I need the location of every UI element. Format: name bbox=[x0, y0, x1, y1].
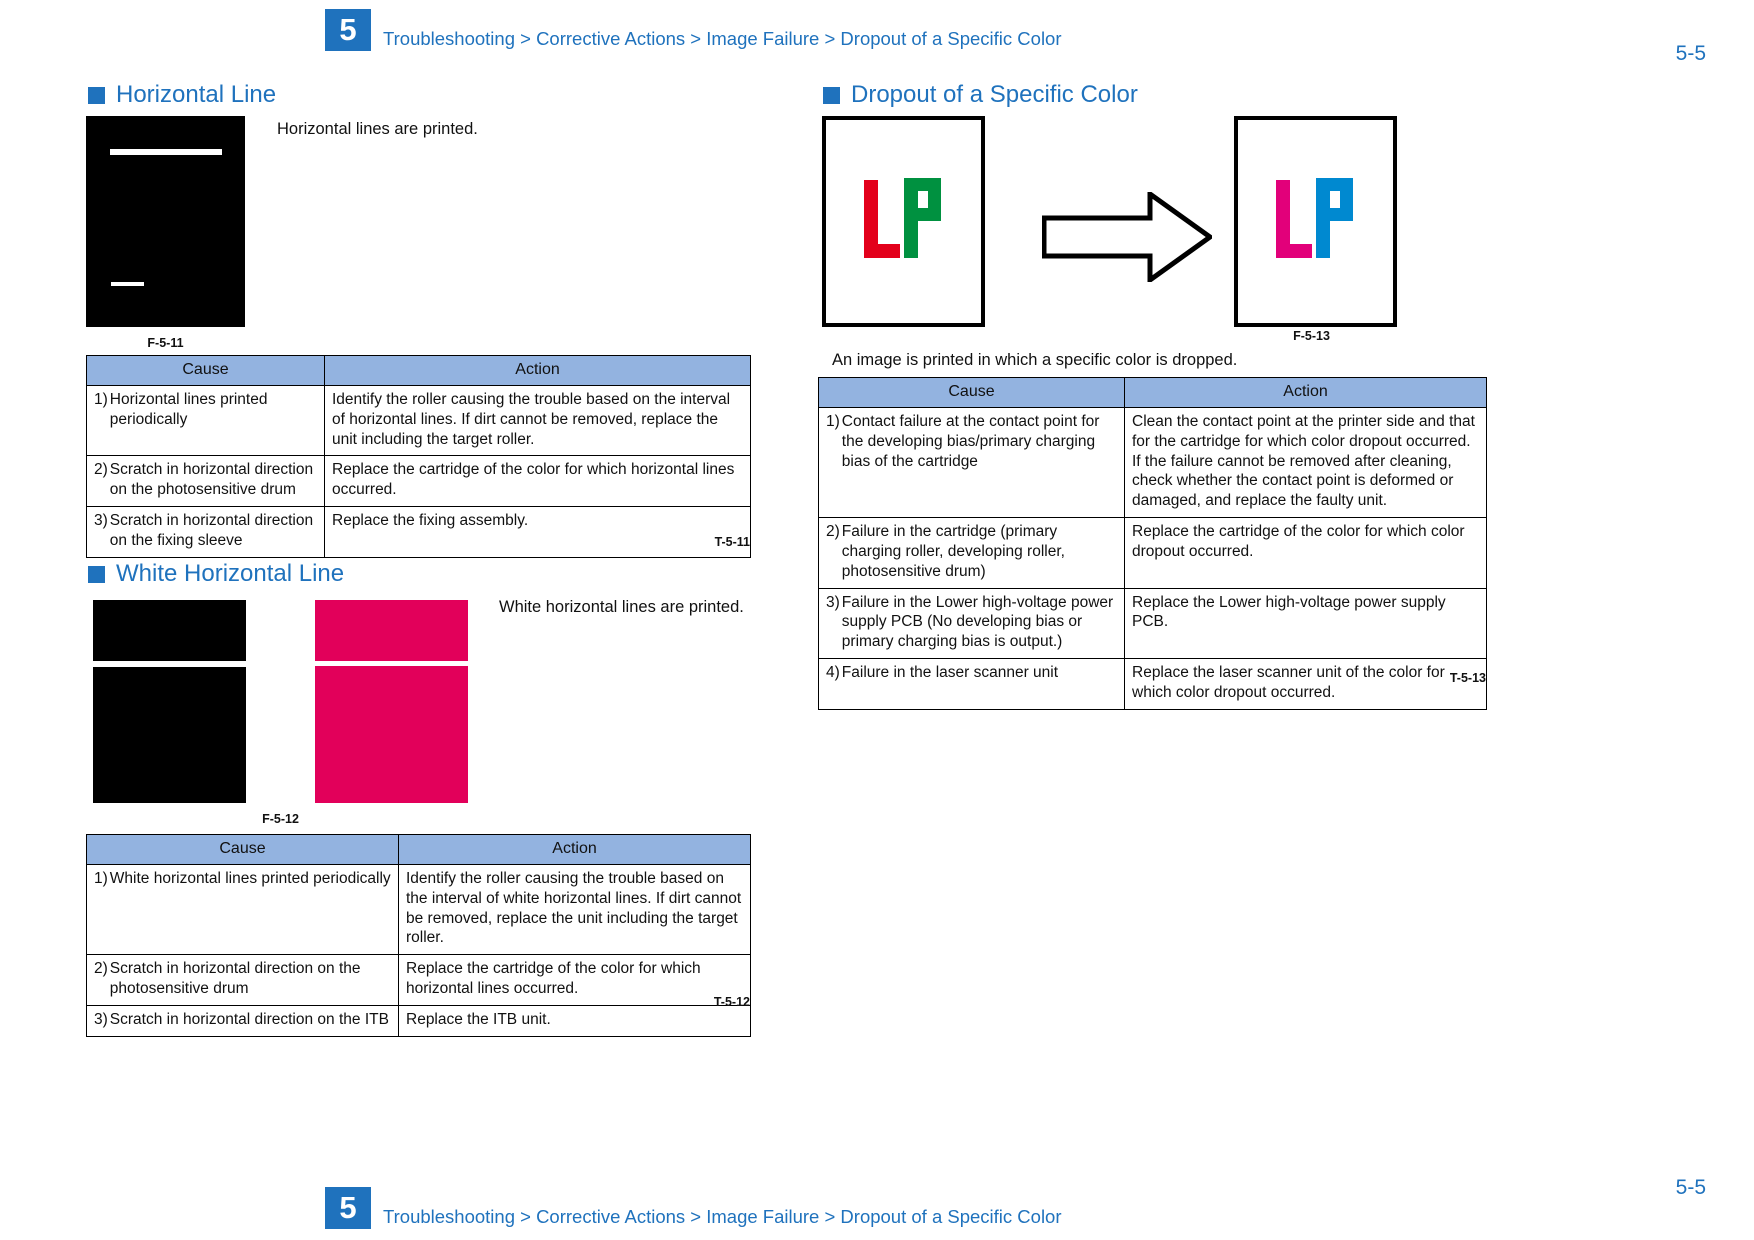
section-title-text: White Horizontal Line bbox=[116, 560, 345, 587]
table-row: 3) Scratch in horizontal direction on th… bbox=[86, 1004, 751, 1037]
sample-magenta-page bbox=[315, 600, 468, 803]
figure-caption-f-5-12: F-5-12 bbox=[262, 812, 299, 826]
section-heading-horizontal-line: Horizontal Line bbox=[88, 83, 276, 107]
table-row: 3) Scratch in horizontal direction on th… bbox=[86, 506, 751, 558]
column-header-action: Action bbox=[1124, 377, 1487, 408]
figure-caption-f-5-11: F-5-11 bbox=[147, 336, 184, 350]
section-heading-white-horizontal-line: White Horizontal Line bbox=[88, 562, 344, 586]
row-number: 1) bbox=[94, 870, 108, 887]
table-horizontal-line: Cause Action 1) Horizontal lines printed… bbox=[86, 355, 751, 558]
cell-action: Replace the ITB unit. bbox=[398, 1004, 751, 1037]
table-header-row: Cause Action bbox=[86, 834, 751, 865]
section-title-text: Horizontal Line bbox=[116, 81, 277, 108]
cell-cause: 2) Failure in the cartridge (primary cha… bbox=[818, 517, 1125, 589]
sample-black-page bbox=[86, 116, 245, 327]
row-number: 3) bbox=[826, 593, 840, 611]
white-line bbox=[315, 661, 468, 666]
breadcrumb: Troubleshooting > Corrective Actions > I… bbox=[383, 28, 1062, 49]
column-header-action: Action bbox=[324, 355, 751, 386]
cause-text: Horizontal lines printed periodically bbox=[109, 391, 268, 428]
running-footer: 5 Troubleshooting > Corrective Actions >… bbox=[325, 1186, 1062, 1230]
row-number: 2) bbox=[94, 461, 108, 479]
letter-l-red-foot bbox=[864, 244, 900, 258]
page-number-bottom: 5-5 bbox=[1675, 1176, 1706, 1199]
white-line bbox=[93, 661, 246, 667]
section-title-text: Dropout of a Specific Color bbox=[851, 81, 1138, 108]
table-row: 3) Failure in the Lower high-voltage pow… bbox=[818, 587, 1487, 660]
table-caption-t-5-12: T-5-12 bbox=[713, 995, 750, 1009]
white-line-long bbox=[110, 149, 222, 155]
column-header-cause: Cause bbox=[86, 355, 325, 386]
cause-text: Failure in the cartridge (primary chargi… bbox=[841, 523, 1065, 580]
figure-caption-f-5-13: F-5-13 bbox=[1293, 329, 1330, 343]
row-number: 3) bbox=[94, 1010, 108, 1028]
bullet-square-icon bbox=[823, 86, 840, 104]
cell-cause: 1) White horizontal lines printed period… bbox=[86, 863, 399, 956]
running-header: 5 Troubleshooting > Corrective Actions >… bbox=[325, 8, 1062, 52]
cell-cause: 2) Scratch in horizontal direction on th… bbox=[86, 455, 325, 508]
section-heading-dropout: Dropout of a Specific Color bbox=[823, 83, 1138, 107]
column-header-cause: Cause bbox=[818, 377, 1125, 408]
cell-action: Replace the cartridge of the color for w… bbox=[1124, 517, 1487, 589]
table-row: 1) Horizontal lines printed periodically… bbox=[86, 384, 751, 457]
description-horizontal-line: Horizontal lines are printed. bbox=[277, 120, 478, 138]
table-caption-t-5-11: T-5-11 bbox=[714, 535, 750, 549]
chapter-badge: 5 bbox=[325, 9, 371, 51]
cell-action: Identify the roller causing the trouble … bbox=[324, 384, 751, 457]
manual-page: 5 Troubleshooting > Corrective Actions >… bbox=[0, 0, 1754, 1240]
table-row: 1) White horizontal lines printed period… bbox=[86, 863, 751, 956]
table-header-row: Cause Action bbox=[86, 355, 751, 386]
cell-action: Replace the fixing assembly. bbox=[324, 506, 751, 558]
figure-white-horizontal-line: F-5-12 bbox=[93, 600, 468, 826]
table-caption-t-5-13: T-5-13 bbox=[1449, 671, 1486, 685]
row-number: 2) bbox=[94, 960, 108, 978]
bullet-square-icon bbox=[88, 565, 105, 583]
sample-sheet-before bbox=[822, 116, 985, 327]
table-dropout: Cause Action 1) Contact failure at the c… bbox=[818, 377, 1487, 710]
letter-p-cyan-bowl-bottom bbox=[1316, 208, 1353, 221]
cell-action: Replace the Lower high-voltage power sup… bbox=[1124, 587, 1487, 660]
right-arrow-icon bbox=[1042, 192, 1212, 282]
cause-text: Failure in the Lower high-voltage power … bbox=[841, 593, 1114, 651]
cause-text: Contact failure at the contact point for… bbox=[841, 413, 1100, 470]
bullet-square-icon bbox=[88, 86, 105, 104]
breadcrumb: Troubleshooting > Corrective Actions > I… bbox=[383, 1206, 1062, 1227]
table-row: 2) Failure in the cartridge (primary cha… bbox=[818, 517, 1487, 589]
table-row: 1) Contact failure at the contact point … bbox=[818, 406, 1487, 519]
page-number-top: 5-5 bbox=[1675, 42, 1706, 65]
sample-black-page bbox=[93, 600, 246, 803]
cause-text: White horizontal lines printed periodica… bbox=[109, 870, 391, 887]
table-header-row: Cause Action bbox=[818, 377, 1487, 408]
cause-text: Scratch in horizontal direction on the p… bbox=[109, 461, 314, 499]
letter-p-green-bowl-bottom bbox=[904, 208, 941, 221]
cell-cause: 1) Horizontal lines printed periodically bbox=[86, 384, 325, 457]
sample-pair bbox=[93, 600, 468, 803]
cause-text: Scratch in horizontal direction on the p… bbox=[109, 960, 361, 998]
cell-action: Replace the cartridge of the color for w… bbox=[324, 455, 751, 508]
chapter-badge: 5 bbox=[325, 1187, 371, 1229]
figure-horizontal-line: F-5-11 bbox=[86, 116, 245, 350]
cell-cause: 1) Contact failure at the contact point … bbox=[818, 406, 1125, 519]
cell-cause: 3) Scratch in horizontal direction on th… bbox=[86, 1004, 399, 1037]
description-dropout: An image is printed in which a specific … bbox=[832, 351, 1238, 369]
cell-action: Clean the contact point at the printer s… bbox=[1124, 406, 1487, 519]
column-header-cause: Cause bbox=[86, 834, 399, 865]
row-number: 1) bbox=[826, 413, 840, 430]
cell-cause: 3) Failure in the Lower high-voltage pow… bbox=[818, 587, 1125, 660]
row-number: 1) bbox=[94, 391, 108, 408]
cell-cause: 3) Scratch in horizontal direction on th… bbox=[86, 506, 325, 558]
white-line-short bbox=[111, 282, 144, 286]
column-header-action: Action bbox=[398, 834, 751, 865]
description-white-horizontal-line: White horizontal lines are printed. bbox=[499, 598, 744, 616]
letter-l-magenta-foot bbox=[1276, 244, 1312, 258]
table-row: 2) Scratch in horizontal direction on th… bbox=[86, 455, 751, 508]
sample-sheet-after bbox=[1234, 116, 1397, 327]
cause-text: Scratch in horizontal direction on the I… bbox=[109, 1010, 389, 1028]
cell-action: Identify the roller causing the trouble … bbox=[398, 863, 751, 956]
row-number: 2) bbox=[826, 523, 840, 541]
